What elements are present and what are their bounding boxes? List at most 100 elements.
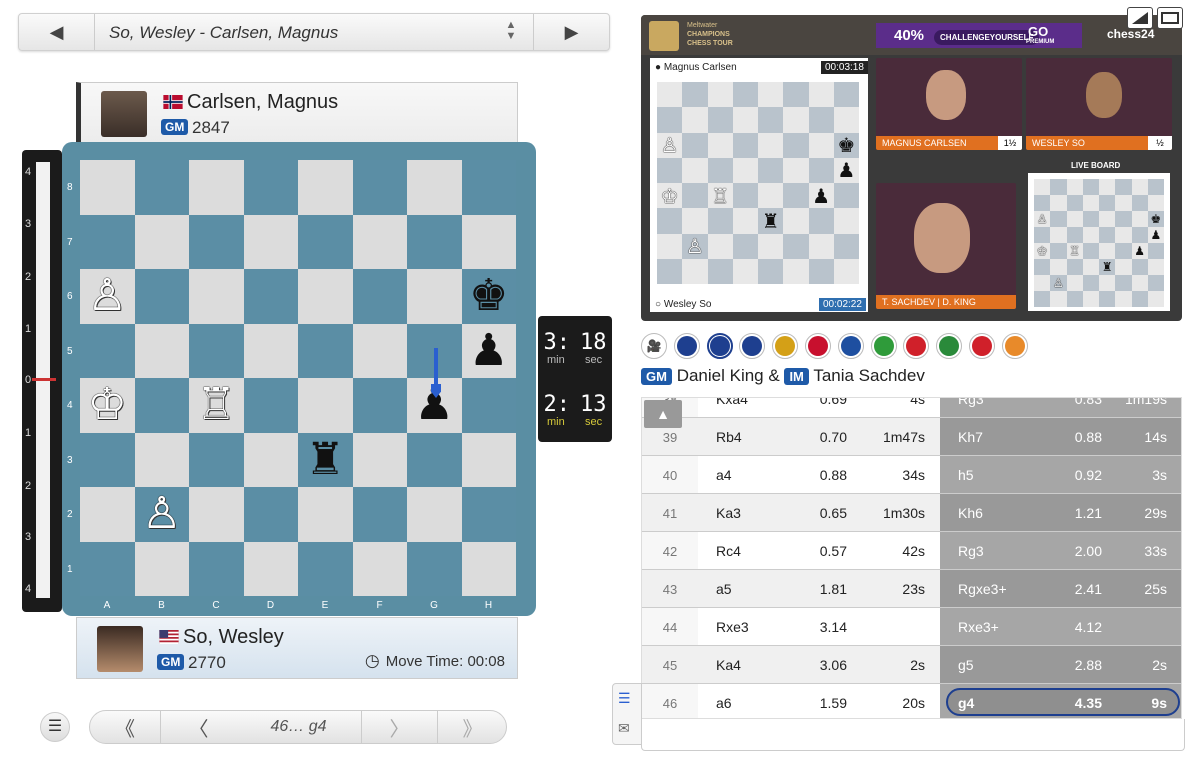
square-c4[interactable]: ♖	[189, 378, 244, 433]
square-a4[interactable]: ♔	[80, 378, 135, 433]
white-pawn-icon[interactable]: ♙	[88, 274, 127, 318]
move-row[interactable]: 46 a6 1.59 20s g4 4.35 9s	[642, 684, 1181, 718]
white-pawn-icon[interactable]: ♙	[142, 492, 181, 536]
square-h1[interactable]	[461, 541, 516, 596]
menu-button[interactable]: ☰	[40, 712, 70, 742]
square-e7[interactable]	[298, 214, 353, 269]
square-e6[interactable]	[298, 269, 353, 324]
chess-board[interactable]: ♙ ♚ ♟ ♔ ♖ ♟ ♜ ♙	[80, 160, 516, 596]
square-c5[interactable]	[189, 323, 244, 378]
flag-in-icon[interactable]	[1001, 333, 1028, 359]
square-g3[interactable]	[407, 432, 462, 487]
flag-de-icon[interactable]	[772, 333, 799, 359]
square-a1[interactable]	[80, 541, 135, 596]
popout-icon[interactable]	[1127, 7, 1153, 29]
square-b7[interactable]	[134, 214, 189, 269]
move-row[interactable]: 41 Ka3 0.65 1m30s Kh6 1.21 29s	[642, 494, 1181, 532]
square-b3[interactable]	[134, 432, 189, 487]
square-a7[interactable]	[80, 214, 135, 269]
video-player[interactable]: Meltwater CHAMPIONS CHESS TOUR 40% CHALLENG…	[641, 15, 1182, 321]
flag-tr-icon[interactable]	[903, 333, 930, 359]
square-f1[interactable]	[352, 541, 407, 596]
square-c7[interactable]	[189, 214, 244, 269]
square-c6[interactable]	[189, 269, 244, 324]
square-a6[interactable]: ♙	[80, 269, 135, 324]
square-d4[interactable]	[243, 378, 298, 433]
square-h2[interactable]	[461, 487, 516, 542]
square-d2[interactable]	[243, 487, 298, 542]
black-pawn-icon[interactable]: ♟	[469, 328, 508, 373]
square-h7[interactable]	[461, 214, 516, 269]
chat-icon[interactable]: ✉	[618, 720, 630, 737]
square-h6[interactable]: ♚	[461, 269, 516, 324]
white-rook-icon[interactable]: ♖	[197, 383, 236, 427]
square-f8[interactable]	[352, 160, 407, 215]
next-move-button[interactable]: 〉	[361, 711, 437, 743]
square-d5[interactable]	[243, 323, 298, 378]
square-b6[interactable]	[134, 269, 189, 324]
camera-icon[interactable]: 🎥	[641, 333, 667, 359]
first-move-button[interactable]: 《	[90, 711, 160, 743]
square-a2[interactable]	[80, 487, 135, 542]
square-f6[interactable]	[352, 269, 407, 324]
moves-table[interactable]: 38Kxa40.694sRg30.831m19s39Rb40.701m47sKh…	[641, 397, 1182, 719]
move-row[interactable]: 44 Rxe3 3.14 Rxe3+ 4.12	[642, 608, 1181, 646]
square-f2[interactable]	[352, 487, 407, 542]
square-a3[interactable]	[80, 432, 135, 487]
move-row[interactable]: 39 Rb4 0.70 1m47s Kh7 0.88 14s	[642, 418, 1181, 456]
game-dropdown-icon[interactable]: ▲ ▼	[501, 20, 521, 44]
square-g2[interactable]	[407, 487, 462, 542]
square-g7[interactable]	[407, 214, 462, 269]
fullscreen-icon[interactable]	[1157, 7, 1183, 29]
square-e2[interactable]	[298, 487, 353, 542]
square-h5[interactable]: ♟	[461, 323, 516, 378]
move-row[interactable]: 42 Rc4 0.57 42s Rg3 2.00 33s	[642, 532, 1181, 570]
flag-gb-icon[interactable]	[673, 333, 700, 359]
flag-br-icon[interactable]	[870, 333, 897, 359]
square-c8[interactable]	[189, 160, 244, 215]
prev-game-button[interactable]: ◀	[19, 14, 95, 50]
square-e5[interactable]	[298, 323, 353, 378]
square-e4[interactable]	[298, 378, 353, 433]
square-g6[interactable]	[407, 269, 462, 324]
flag-pl-icon[interactable]	[969, 333, 995, 359]
square-e3[interactable]: ♜	[298, 432, 353, 487]
next-game-button[interactable]: ▶	[533, 14, 609, 50]
square-c3[interactable]	[189, 432, 244, 487]
square-b2[interactable]: ♙	[134, 487, 189, 542]
flag-gb-icon[interactable]	[706, 333, 733, 359]
flag-fr-icon[interactable]	[837, 333, 864, 359]
square-a8[interactable]	[80, 160, 135, 215]
square-d8[interactable]	[243, 160, 298, 215]
square-f7[interactable]	[352, 214, 407, 269]
square-g1[interactable]	[407, 541, 462, 596]
black-rook-icon[interactable]: ♜	[306, 437, 345, 482]
square-h4[interactable]	[461, 378, 516, 433]
move-row[interactable]: 38Kxa40.694sRg30.831m19s	[642, 398, 1181, 418]
black-king-icon[interactable]: ♚	[469, 274, 508, 318]
flag-it-icon[interactable]	[936, 333, 963, 359]
scroll-up-button[interactable]: ▲	[644, 400, 682, 428]
square-b8[interactable]	[134, 160, 189, 215]
white-king-icon[interactable]: ♔	[88, 383, 127, 427]
square-g8[interactable]	[407, 160, 462, 215]
square-a5[interactable]	[80, 323, 135, 378]
square-f3[interactable]	[352, 432, 407, 487]
square-d1[interactable]	[243, 541, 298, 596]
square-e1[interactable]	[298, 541, 353, 596]
square-h8[interactable]	[461, 160, 516, 215]
move-row[interactable]: 40 a4 0.88 34s h5 0.92 3s	[642, 456, 1181, 494]
prev-move-button[interactable]: 〈	[160, 711, 236, 743]
square-d7[interactable]	[243, 214, 298, 269]
square-h3[interactable]	[461, 432, 516, 487]
square-c1[interactable]	[189, 541, 244, 596]
square-c2[interactable]	[189, 487, 244, 542]
square-f4[interactable]	[352, 378, 407, 433]
flag-gb-icon[interactable]	[739, 333, 766, 359]
last-move-button[interactable]: 》	[437, 711, 507, 743]
square-b4[interactable]	[134, 378, 189, 433]
square-d6[interactable]	[243, 269, 298, 324]
square-e8[interactable]	[298, 160, 353, 215]
promo-banner[interactable]: 40% CHALLENGEYOURSELF GO PREMIUM	[876, 23, 1082, 48]
square-d3[interactable]	[243, 432, 298, 487]
